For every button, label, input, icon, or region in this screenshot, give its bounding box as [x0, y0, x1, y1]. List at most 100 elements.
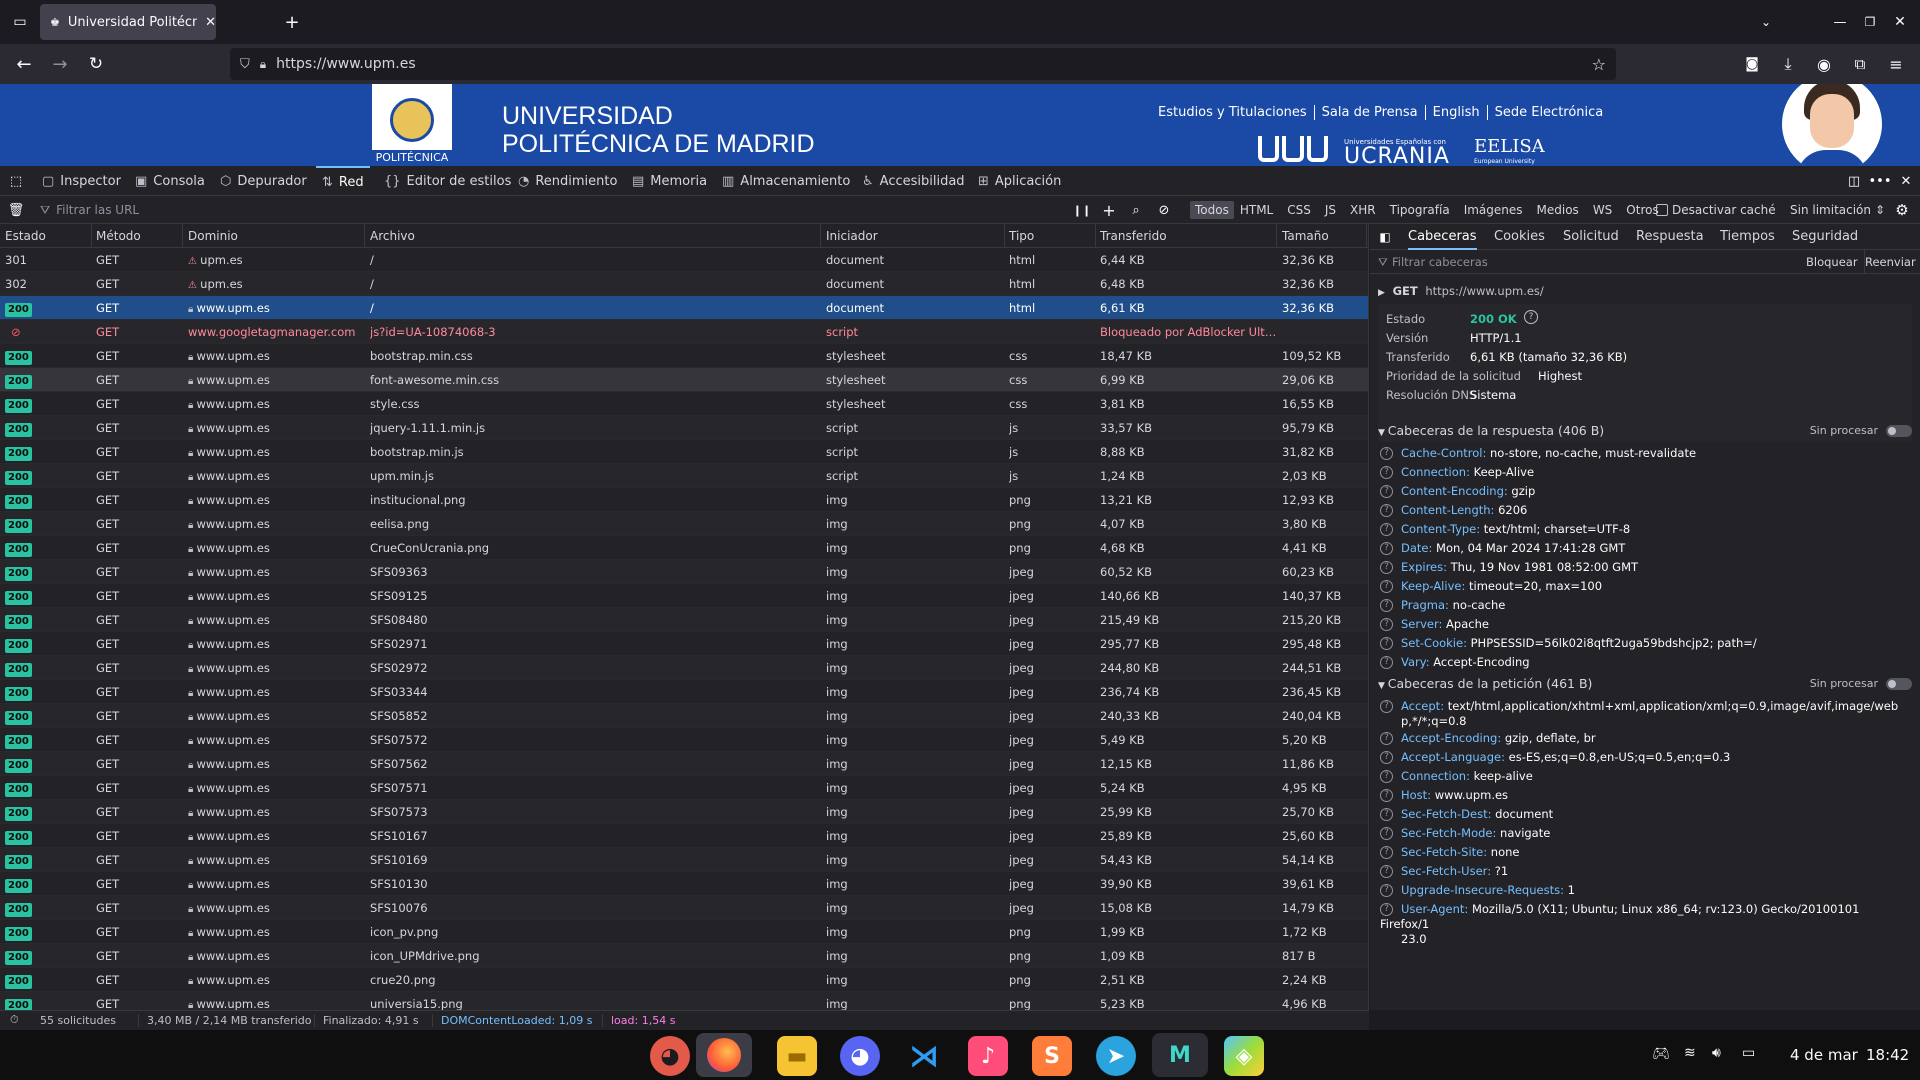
table-row[interactable]: 200 GET 🔒︎ www.upm.es institucional.png img p…: [0, 488, 1368, 512]
header-row[interactable]: ? Vary: Accept-Encoding: [1380, 655, 1900, 670]
tab-network[interactable]: ⇅ Red: [316, 166, 370, 196]
help-icon[interactable]: ?: [1380, 770, 1393, 783]
headers-filter-input[interactable]: Filtrar cabeceras: [1392, 250, 1488, 274]
tab-performance[interactable]: ◔ Rendimiento: [518, 166, 617, 196]
url-filter-input[interactable]: ⛛ Filtrar las URL: [40, 200, 1060, 220]
header-row[interactable]: ? Set-Cookie: PHPSESSID=56lk02i8qtft2uga5…: [1380, 636, 1900, 651]
list-all-tabs-icon[interactable]: ⌄: [1752, 8, 1780, 36]
wifi-icon[interactable]: ≋: [1684, 1045, 1696, 1061]
column-header[interactable]: Tipo: [1004, 224, 1096, 248]
filter-html[interactable]: HTML: [1240, 203, 1273, 217]
new-tab-button[interactable]: +: [278, 8, 306, 36]
crue-logo[interactable]: [1258, 136, 1328, 162]
header-row[interactable]: ? Connection: keep-alive: [1380, 769, 1900, 784]
discord-icon[interactable]: ◕: [840, 1036, 880, 1076]
table-row[interactable]: 200 GET 🔒︎ www.upm.es eelisa.png img png 4,07 …: [0, 512, 1368, 536]
header-row[interactable]: ? Expires: Thu, 19 Nov 1981 08:52:00 GMT: [1380, 560, 1900, 575]
shield-icon[interactable]: ⛉: [240, 57, 250, 72]
header-row[interactable]: ? Content-Encoding: gzip: [1380, 484, 1900, 499]
link-english[interactable]: English: [1426, 105, 1488, 120]
resend-button[interactable]: Reenviar: [1865, 250, 1916, 274]
header-row[interactable]: ? Accept-Encoding: gzip, deflate, br: [1380, 731, 1900, 746]
column-header[interactable]: Método: [91, 224, 183, 248]
table-row[interactable]: 200 GET 🔒︎ www.upm.es bootstrap.min.js scrip…: [0, 440, 1368, 464]
help-icon[interactable]: ?: [1380, 523, 1393, 536]
header-row[interactable]: ? Sec-Fetch-Mode: navigate: [1380, 826, 1900, 841]
filter-images[interactable]: Imágenes: [1464, 203, 1523, 217]
site-title-line2[interactable]: POLITÉCNICA DE MADRID: [502, 130, 815, 159]
link-prensa[interactable]: Sala de Prensa: [1315, 105, 1426, 120]
table-row[interactable]: 200 GET 🔒︎ www.upm.es upm.min.js script js 1,2…: [0, 464, 1368, 488]
restore-icon[interactable]: ❐: [1856, 8, 1884, 36]
forward-icon[interactable]: →: [46, 50, 74, 78]
help-icon[interactable]: ?: [1380, 637, 1393, 650]
table-row[interactable]: 200 GET 🔒︎ www.upm.es font-awesome.min.css s…: [0, 368, 1368, 392]
lock-icon[interactable]: 🔒︎: [260, 57, 266, 72]
disable-cache-checkbox[interactable]: Desactivar caché: [1656, 196, 1776, 224]
help-icon[interactable]: ?: [1380, 561, 1393, 574]
column-header[interactable]: Archivo: [365, 224, 821, 248]
table-row[interactable]: 200 GET 🔒︎ www.upm.es icon_pv.png img png 1,99…: [0, 920, 1368, 944]
avatar[interactable]: [1782, 84, 1882, 166]
help-icon[interactable]: ?: [1380, 599, 1393, 612]
header-row[interactable]: ? User-Agent: Mozilla/5.0 (X11; Ubuntu; L…: [1380, 902, 1900, 947]
help-icon[interactable]: ?: [1380, 789, 1393, 802]
headers-section-toggle[interactable]: ▼ Cabeceras de la respuesta (406 B) Sin p…: [1370, 420, 1920, 442]
table-row[interactable]: 200 GET 🔒︎ www.upm.es SFS05852 img jpeg 240,33…: [0, 704, 1368, 728]
url-text[interactable]: https://www.upm.es: [276, 56, 415, 72]
header-row[interactable]: ? Sec-Fetch-User: ?1: [1380, 864, 1900, 879]
box-icon[interactable]: ◈: [1224, 1036, 1264, 1076]
telegram-icon[interactable]: ➤: [1096, 1036, 1136, 1076]
filter-todos[interactable]: Todos: [1190, 201, 1234, 219]
sublime-icon[interactable]: S: [1032, 1036, 1072, 1076]
table-row[interactable]: 200 GET 🔒︎ www.upm.es SFS10167 img jpeg 25,89 …: [0, 824, 1368, 848]
help-icon[interactable]: ?: [1380, 827, 1393, 840]
table-row[interactable]: 200 GET 🔒︎ www.upm.es SFS10076 img jpeg 15,08 …: [0, 896, 1368, 920]
table-row[interactable]: 200 GET 🔒︎ www.upm.es SFS09125 img jpeg 140,66…: [0, 584, 1368, 608]
music-icon[interactable]: ♪: [968, 1036, 1008, 1076]
header-row[interactable]: ? Date: Mon, 04 Mar 2024 17:41:28 GMT: [1380, 541, 1900, 556]
help-icon[interactable]: ?: [1524, 310, 1538, 324]
table-row[interactable]: 301 GET ⚠ upm.es / document html 6,44 KB 32,36 …: [0, 248, 1368, 272]
table-row[interactable]: 200 GET 🔒︎ www.upm.es SFS08480 img jpeg 215,49…: [0, 608, 1368, 632]
ucrania-logo[interactable]: UCRANIA: [1344, 144, 1450, 166]
table-row[interactable]: 200 GET 🔒︎ www.upm.es SFS10130 img jpeg 39,90 …: [0, 872, 1368, 896]
table-row[interactable]: 200 GET 🔒︎ www.upm.es SFS07572 img jpeg 5,49 K…: [0, 728, 1368, 752]
back-icon[interactable]: ←: [10, 50, 38, 78]
firefox-icon[interactable]: [696, 1033, 752, 1077]
help-icon[interactable]: ?: [1380, 485, 1393, 498]
column-header[interactable]: Estado: [0, 224, 92, 248]
site-title-line1[interactable]: UNIVERSIDAD: [502, 102, 673, 131]
help-icon[interactable]: ?: [1380, 447, 1393, 460]
header-row[interactable]: ? Server: Apache: [1380, 617, 1900, 632]
filter-media[interactable]: Medios: [1537, 203, 1579, 217]
help-icon[interactable]: ?: [1380, 884, 1393, 897]
filter-css[interactable]: CSS: [1287, 203, 1311, 217]
header-row[interactable]: ? Keep-Alive: timeout=20, max=100: [1380, 579, 1900, 594]
help-icon[interactable]: ?: [1380, 732, 1393, 745]
help-icon[interactable]: ?: [1380, 751, 1393, 764]
table-row[interactable]: 200 GET 🔒︎ www.upm.es SFS09363 img jpeg 60,52 …: [0, 560, 1368, 584]
tab-storage[interactable]: ▥ Almacenamiento: [722, 166, 850, 196]
minimize-icon[interactable]: —: [1826, 8, 1854, 36]
battery-icon[interactable]: ▭: [1742, 1045, 1755, 1061]
table-row[interactable]: 200 GET 🔒︎ www.upm.es bootstrap.min.css styl…: [0, 344, 1368, 368]
filter-js[interactable]: JS: [1325, 203, 1336, 217]
tab-application[interactable]: ⊞ Aplicación: [978, 166, 1061, 196]
header-row[interactable]: ? Upgrade-Insecure-Requests: 1: [1380, 883, 1900, 898]
raw-toggle[interactable]: [1886, 678, 1912, 690]
request-line[interactable]: ▶ GET https://www.upm.es/: [1378, 284, 1544, 298]
header-row[interactable]: ? Sec-Fetch-Dest: document: [1380, 807, 1900, 822]
vscode-icon[interactable]: ⋊: [904, 1036, 944, 1076]
pick-element-icon[interactable]: ⬚: [4, 169, 28, 193]
help-icon[interactable]: ?: [1380, 466, 1393, 479]
trash-icon[interactable]: 🗑︎: [4, 198, 28, 222]
menu-icon[interactable]: ≡: [1882, 50, 1910, 78]
taskbar-time[interactable]: 18:42: [1866, 1046, 1909, 1064]
table-row[interactable]: 200 GET 🔒︎ www.upm.es universia15.png img png…: [0, 992, 1368, 1010]
filter-xhr[interactable]: XHR: [1350, 203, 1376, 217]
volume-icon[interactable]: 🔊︎: [1712, 1045, 1721, 1061]
help-icon[interactable]: ?: [1380, 903, 1393, 916]
tab-response[interactable]: Respuesta: [1636, 224, 1704, 250]
header-row[interactable]: ? Accept-Language: es-ES,es;q=0.8,en-US;q…: [1380, 750, 1900, 765]
